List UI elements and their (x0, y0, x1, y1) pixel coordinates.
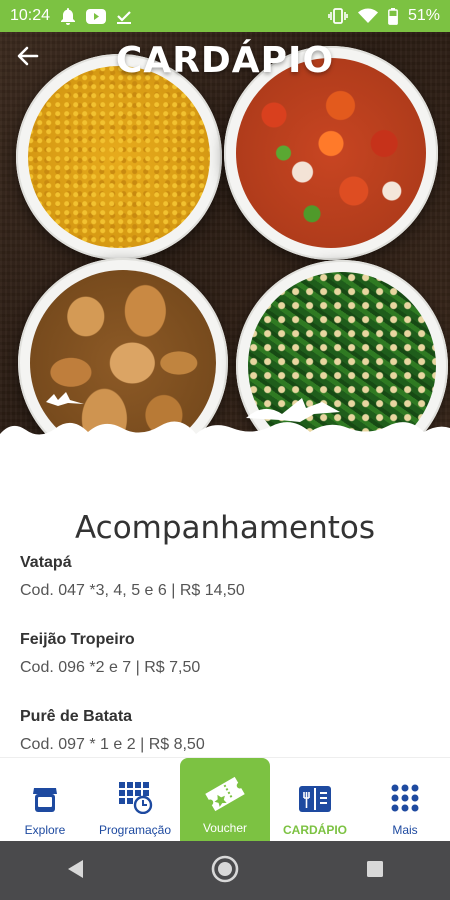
tab-label: Voucher (202, 820, 248, 835)
arrow-left-icon (17, 46, 39, 70)
battery-icon (388, 7, 398, 25)
tab-label: CARDÁPIO (282, 823, 347, 837)
menu-book-icon (297, 784, 333, 817)
bottom-tab-bar: Explore Programação Voucher CARDÁPIO Mai… (0, 757, 450, 842)
tab-programacao[interactable]: Programação (90, 758, 180, 842)
menu-list: Vatapá Cod. 047 *3, 4, 5 e 6 | R$ 14,50 … (20, 552, 430, 783)
ticket-icon (202, 774, 248, 817)
storefront-icon (31, 784, 59, 817)
status-right: 51% (328, 7, 440, 25)
tab-mais[interactable]: Mais (360, 758, 450, 842)
item-description: Cod. 047 *3, 4, 5 e 6 | R$ 14,50 (20, 582, 245, 599)
nav-recents-button[interactable] (345, 841, 405, 900)
tab-cardapio[interactable]: CARDÁPIO (270, 758, 360, 842)
bell-icon (60, 7, 76, 25)
hero-wave (0, 421, 450, 457)
wifi-icon (357, 8, 378, 24)
circle-home-icon (210, 854, 240, 888)
battery-percent: 51% (407, 7, 440, 24)
menu-section: Acompanhamentos Vatapá Cod. 047 *3, 4, 5… (0, 457, 450, 757)
status-bar: 10:24 51% (0, 0, 450, 32)
bowl-farofa (16, 54, 222, 260)
triangle-back-icon (65, 858, 85, 884)
page-title: CARDÁPIO (115, 40, 335, 81)
square-recents-icon (365, 859, 385, 883)
grid-dots-icon (389, 782, 421, 817)
item-name: Feijão Tropeiro (20, 631, 135, 648)
tab-label: Explore (24, 823, 66, 837)
list-item[interactable]: Vatapá Cod. 047 *3, 4, 5 e 6 | R$ 14,50 (20, 552, 430, 629)
calendar-clock-icon (117, 780, 153, 817)
list-item[interactable]: Feijão Tropeiro Cod. 096 *2 e 7 | R$ 7,5… (20, 629, 430, 706)
section-title: Acompanhamentos (74, 510, 376, 546)
nav-back-button[interactable] (45, 841, 105, 900)
tab-voucher[interactable]: Voucher (180, 758, 270, 842)
status-time: 10:24 (10, 7, 51, 24)
item-name: Purê de Batata (20, 708, 133, 725)
status-left: 10:24 (10, 7, 132, 25)
hero-image: CARDÁPIO (0, 32, 450, 457)
tab-label: Mais (392, 823, 418, 837)
nav-home-button[interactable] (195, 841, 255, 900)
youtube-icon (86, 8, 107, 24)
system-nav-bar (0, 841, 450, 900)
item-name: Vatapá (20, 554, 72, 571)
item-description: Cod. 097 * 1 e 2 | R$ 8,50 (20, 736, 205, 753)
back-button[interactable] (12, 42, 44, 74)
vibrate-icon (328, 8, 348, 24)
item-description: Cod. 096 *2 e 7 | R$ 7,50 (20, 659, 201, 676)
tab-explore[interactable]: Explore (0, 758, 90, 842)
tab-label: Programação (98, 823, 172, 837)
download-done-icon (116, 8, 132, 24)
